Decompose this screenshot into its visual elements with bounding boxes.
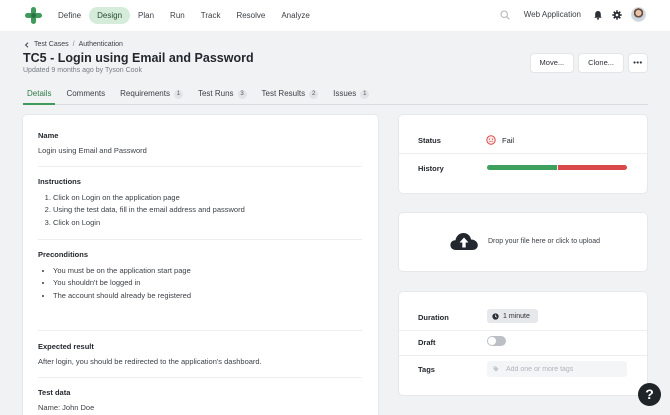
nav-item-analyze[interactable]: Analyze: [273, 7, 317, 24]
cloud-upload-icon: [450, 233, 478, 250]
divider: [399, 355, 647, 356]
divider: [38, 330, 362, 331]
main-menu: Define Design Plan Run Track Resolve Analyze: [50, 7, 318, 24]
count-badge: 1: [360, 90, 370, 99]
tag-icon: [493, 366, 499, 372]
nav-item-design[interactable]: Design: [89, 7, 131, 24]
expected-value: After login, you should be redirected to…: [38, 357, 262, 366]
nav-item-plan[interactable]: Plan: [130, 7, 162, 24]
name-title: Name: [38, 131, 59, 140]
more-options-button[interactable]: •••: [629, 54, 647, 72]
move-button[interactable]: Move...: [530, 54, 574, 72]
tab-label: Test Runs: [197, 89, 234, 98]
duration-chip[interactable]: 1 minute: [487, 309, 538, 323]
divider: [38, 377, 362, 378]
status-value[interactable]: Fail: [486, 135, 514, 145]
help-button[interactable]: ?: [638, 383, 661, 406]
count-badge: 2: [309, 90, 319, 99]
history-bar[interactable]: [487, 165, 627, 170]
test-data-line: Name: John Doe: [38, 403, 95, 412]
file-upload-dropzone[interactable]: Drop your file here or click to upload: [399, 213, 647, 271]
instructions-section: Instructions Click on Login on the appli…: [38, 177, 362, 229]
preconditions-title: Preconditions: [38, 250, 89, 259]
divider: [399, 153, 647, 154]
nav-item-track[interactable]: Track: [193, 7, 229, 24]
fail-status-icon: [486, 135, 496, 145]
precondition-item: You must be on the application start pag…: [53, 265, 362, 277]
upload-text: Drop your file here or click to upload: [488, 238, 601, 245]
expected-title: Expected result: [38, 342, 94, 351]
tags-label: Tags: [418, 365, 435, 374]
tab-comments[interactable]: Comments: [62, 87, 109, 104]
preconditions-list: You must be on the application start pag…: [38, 265, 362, 302]
duration-label: Duration: [418, 313, 449, 322]
nav-item-resolve[interactable]: Resolve: [228, 7, 273, 24]
instruction-step: Click on Login on the application page: [53, 192, 362, 204]
history-fail-segment: [558, 165, 627, 170]
instruction-step: Click on Login: [53, 217, 362, 229]
status-text: Fail: [502, 135, 515, 145]
instructions-list: Click on Login on the application page U…: [38, 192, 362, 229]
tab-label: Test Results: [261, 89, 306, 98]
app-logo-icon[interactable]: [25, 7, 42, 24]
workspace-selector[interactable]: Web Application: [524, 10, 581, 19]
tab-label: Details: [27, 89, 52, 98]
tab-label: Comments: [66, 89, 106, 98]
tab-bar: Details Comments Requirements 1 Test Runs 3 Te…: [23, 87, 648, 105]
divider: [38, 239, 362, 240]
expected-section: Expected result After login, you should …: [38, 342, 362, 366]
tab-details[interactable]: Details: [23, 87, 56, 105]
nav-item-define[interactable]: Define: [50, 7, 89, 24]
tab-test-runs[interactable]: Test Runs 3: [194, 87, 251, 104]
draft-label: Draft: [418, 338, 436, 347]
page-title: TC5 - Login using Email and Password: [23, 51, 254, 65]
divider: [38, 166, 362, 167]
name-value: Login using Email and Password: [38, 146, 147, 155]
chevron-left-icon[interactable]: [24, 41, 30, 48]
tags-field[interactable]: [487, 361, 627, 377]
bell-icon[interactable]: [593, 10, 603, 20]
tab-issues[interactable]: Issues 1: [329, 87, 373, 104]
divider: [399, 330, 647, 331]
tags-input[interactable]: [506, 365, 616, 373]
tab-label: Issues: [333, 89, 357, 98]
search-icon[interactable]: [500, 9, 510, 20]
clock-icon: [492, 312, 499, 320]
history-pass-segment: [487, 165, 557, 170]
breadcrumb-test-cases[interactable]: Test Cases: [34, 41, 69, 48]
clone-button[interactable]: Clone...: [579, 54, 623, 72]
instruction-step: Using the test data, fill in the email a…: [53, 204, 362, 216]
instructions-title: Instructions: [38, 177, 81, 186]
breadcrumb: Test Cases / Authentication: [24, 41, 123, 48]
breadcrumb-separator: /: [72, 41, 75, 48]
count-badge: 1: [173, 90, 183, 99]
precondition-item: You shouldn't be logged in: [53, 277, 362, 289]
test-data-section: Test data Name: John Doe: [38, 388, 362, 412]
preconditions-section: Preconditions You must be on the applica…: [38, 250, 362, 302]
details-card: Name Login using Email and Password Inst…: [23, 115, 378, 415]
meta-card: Duration 1 minute Draft Tags: [399, 292, 647, 395]
precondition-item: The account should already be registered: [53, 290, 362, 302]
user-avatar[interactable]: [631, 7, 646, 22]
history-label: History: [418, 164, 444, 173]
name-section: Name Login using Email and Password: [38, 131, 362, 155]
breadcrumb-authentication[interactable]: Authentication: [79, 41, 123, 48]
updated-info: Updated 9 months ago by Tyson Cook: [23, 67, 142, 74]
status-label: Status: [418, 136, 441, 145]
header-actions: Move... Clone... •••: [530, 54, 647, 72]
count-badge: 3: [237, 90, 247, 99]
nav-item-run[interactable]: Run: [162, 7, 193, 24]
nav-right-tools: Web Application: [500, 7, 646, 22]
gear-icon[interactable]: [612, 9, 622, 20]
draft-toggle[interactable]: [487, 336, 506, 346]
test-data-title: Test data: [38, 388, 71, 397]
duration-value: 1 minute: [503, 312, 530, 320]
top-navigation: Define Design Plan Run Track Resolve Analyze W…: [0, 0, 670, 31]
tab-label: Requirements: [120, 89, 170, 98]
status-card: Status Fail History: [399, 115, 647, 193]
tab-requirements[interactable]: Requirements 1: [116, 87, 187, 104]
tab-test-results[interactable]: Test Results 2: [258, 87, 323, 104]
